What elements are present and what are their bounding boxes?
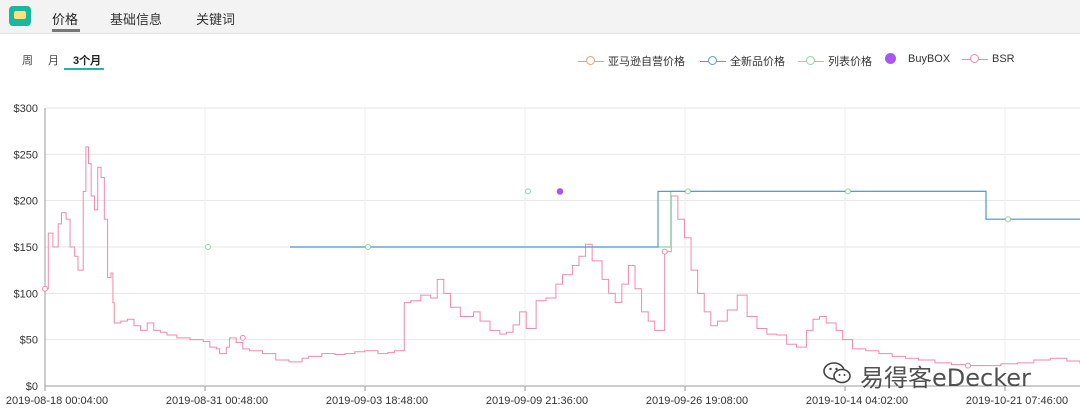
y-tick-label: $250 — [14, 149, 38, 161]
y-tick-label: $200 — [14, 196, 38, 208]
y-tick-label: $150 — [14, 242, 38, 254]
list-price-point — [685, 188, 691, 195]
x-tick-label: 2019-10-21 07:46:00 — [966, 395, 1068, 407]
app-logo-icon — [9, 6, 31, 26]
list-price-point — [205, 244, 211, 250]
range-month-button[interactable]: 月 — [48, 52, 59, 68]
legend-item-new-price[interactable]: 全新品价格 — [700, 53, 785, 69]
active-range-indicator — [64, 68, 104, 70]
bsr-point — [239, 334, 246, 341]
x-tick-label: 2019-08-31 00:48:00 — [166, 395, 268, 407]
buybox-point — [556, 188, 564, 195]
x-tick-label: 2019-09-26 19:08:00 — [646, 395, 748, 407]
y-tick-label: $50 — [20, 335, 38, 347]
active-tab-indicator — [52, 29, 80, 32]
list-price-point — [365, 244, 371, 250]
range-3-months-button[interactable]: 3个月 — [73, 52, 101, 68]
legend-item-list-price[interactable]: 列表价格 — [798, 53, 872, 69]
legend-item-bsr[interactable]: BSR — [962, 53, 1015, 65]
tab-price[interactable]: 价格 — [52, 9, 78, 28]
legend-marker-icon — [962, 53, 988, 65]
legend-item-buybox[interactable]: BuyBOX — [878, 53, 950, 65]
legend-item-amazon-price[interactable]: 亚马逊自营价格 — [578, 53, 685, 69]
tab-basic-info[interactable]: 基础信息 — [110, 9, 162, 28]
range-week-button[interactable]: 周 — [22, 52, 33, 68]
legend-marker-icon — [798, 55, 824, 67]
y-tick-label: $0 — [26, 381, 38, 393]
y-tick-label: $100 — [14, 288, 38, 300]
top-tab-bar: 价格 基础信息 关键词 — [0, 0, 1080, 34]
wechat-icon — [823, 362, 851, 384]
y-tick-label: $300 — [14, 103, 38, 115]
list-price-point — [845, 188, 851, 195]
legend-marker-icon — [878, 53, 904, 65]
x-tick-label: 2019-10-14 04:02:00 — [806, 395, 908, 407]
watermark-text: 易得客eDecker — [860, 364, 1031, 392]
x-tick-label: 2019-09-09 21:36:00 — [486, 395, 588, 407]
legend-marker-icon — [700, 55, 726, 67]
list-price-point — [1005, 216, 1011, 223]
bsr-point — [42, 285, 48, 292]
list-price-point — [525, 188, 531, 195]
legend-marker-icon — [578, 55, 604, 67]
bsr-series-line — [45, 146, 1080, 367]
x-tick-label: 2019-09-03 18:48:00 — [326, 395, 428, 407]
tab-keywords[interactable]: 关键词 — [196, 9, 235, 28]
bsr-point — [661, 248, 668, 255]
x-tick-label: 2019-08-18 00:04:00 — [6, 395, 108, 407]
